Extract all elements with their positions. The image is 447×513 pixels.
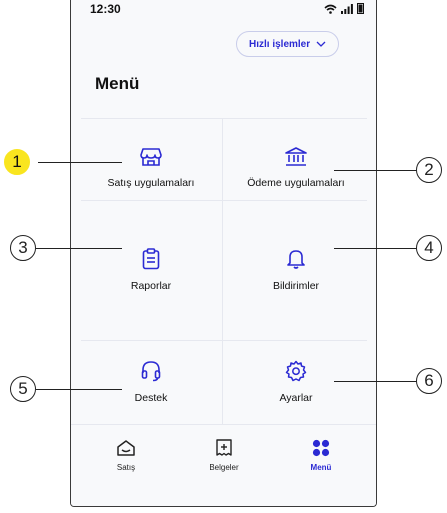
tile-label: Ayarlar bbox=[279, 392, 313, 404]
callout-badge-4: 4 bbox=[416, 235, 442, 261]
tile-label: Ödeme uygulamaları bbox=[247, 177, 345, 189]
page-title: Menü bbox=[95, 74, 140, 93]
callout-line bbox=[334, 170, 417, 171]
wifi-icon bbox=[324, 4, 337, 14]
callout-badge-2: 2 bbox=[416, 157, 442, 183]
tile-label: Satış uygulamaları bbox=[107, 177, 195, 189]
gear-icon bbox=[285, 360, 307, 382]
tile-label: Bildirimler bbox=[272, 280, 320, 292]
battery-icon bbox=[357, 3, 364, 14]
status-time: 12:30 bbox=[90, 2, 121, 16]
bottom-nav: Satış Belgeler Menü bbox=[71, 424, 376, 506]
nav-label: Satış bbox=[116, 463, 136, 472]
quick-actions-button[interactable]: Hızlı işlemler bbox=[236, 31, 340, 57]
nav-item-menu[interactable]: Menü bbox=[286, 439, 356, 472]
bank-icon bbox=[285, 147, 307, 166]
callout-line bbox=[334, 248, 417, 249]
nav-item-documents[interactable]: Belgeler bbox=[189, 439, 259, 472]
divider bbox=[222, 118, 223, 424]
status-icons bbox=[324, 3, 364, 14]
callout-line bbox=[36, 248, 122, 249]
status-bar: 12:30 bbox=[71, 0, 376, 18]
signal-icon bbox=[341, 4, 353, 14]
headset-icon bbox=[141, 361, 161, 382]
store-icon bbox=[140, 148, 162, 166]
nav-label: Menü bbox=[310, 463, 332, 472]
phone-screen: 12:30 Hızlı işlemler Menü Satış uygulama… bbox=[70, 0, 377, 507]
nav-item-sales[interactable]: Satış bbox=[91, 439, 161, 472]
callout-line bbox=[36, 389, 122, 390]
clipboard-icon bbox=[142, 248, 160, 270]
callout-badge-5: 5 bbox=[10, 376, 36, 402]
receipt-icon bbox=[216, 439, 232, 456]
bell-icon bbox=[287, 250, 305, 269]
callout-line bbox=[334, 381, 417, 382]
tile-label: Raporlar bbox=[130, 280, 172, 292]
chevron-down-icon bbox=[316, 41, 326, 47]
quick-actions-label: Hızlı işlemler bbox=[249, 38, 311, 50]
home-icon bbox=[117, 440, 135, 456]
tile-label: Destek bbox=[134, 392, 168, 404]
nav-label: Belgeler bbox=[209, 463, 239, 472]
grid-icon bbox=[312, 439, 330, 457]
callout-badge-1: 1 bbox=[4, 149, 30, 175]
callout-line bbox=[38, 162, 122, 163]
callout-badge-6: 6 bbox=[416, 368, 442, 394]
callout-badge-3: 3 bbox=[10, 235, 36, 261]
